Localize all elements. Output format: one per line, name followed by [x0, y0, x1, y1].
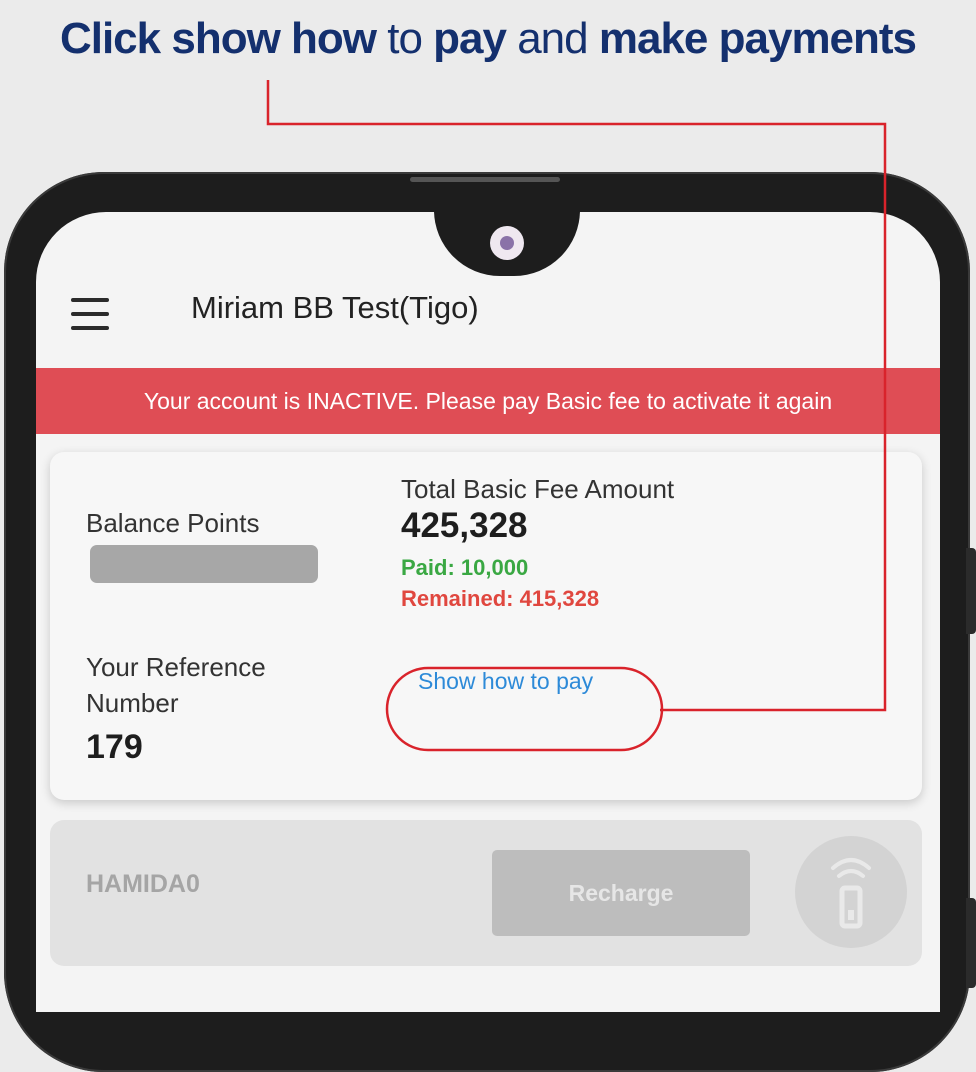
balance-points-label: Balance Points	[86, 508, 260, 538]
headline-part-5: make payments	[598, 14, 917, 63]
inactive-account-banner: Your account is INACTIVE. Please pay Bas…	[36, 368, 940, 434]
tutorial-headline: Click show how to pay and make payments	[0, 14, 976, 64]
total-basic-fee-value: 425,328	[401, 506, 528, 545]
phone-side-button	[966, 548, 976, 634]
reference-label-line1: Your Reference	[86, 652, 266, 682]
headline-part-1: Click show how	[59, 14, 377, 63]
headline-part-4: and	[505, 14, 599, 63]
total-basic-fee-label: Total Basic Fee Amount	[401, 474, 675, 504]
show-how-to-pay-link[interactable]: Show how to pay	[418, 668, 593, 695]
remained-amount: Remained: 415,328	[401, 586, 600, 611]
headline-part-2: to	[376, 14, 434, 63]
front-camera	[490, 226, 524, 260]
contactless-card-icon[interactable]	[795, 836, 907, 948]
app-title: Miriam BB Test(Tigo)	[191, 290, 479, 325]
phone-screen: Miriam BB Test(Tigo) Your account is INA…	[36, 212, 940, 1012]
phone-speaker-slot	[410, 177, 560, 182]
balance-points-value-masked	[90, 545, 318, 583]
reference-number-value: 179	[86, 728, 143, 766]
username-label: HAMIDA0	[86, 870, 200, 898]
phone-side-button-lower	[966, 898, 976, 988]
user-card: HAMIDA0 Recharge	[50, 820, 922, 966]
reference-label-line2: Number	[86, 688, 179, 718]
app-bar: Miriam BB Test(Tigo)	[36, 274, 940, 364]
hamburger-menu-icon[interactable]	[71, 294, 111, 338]
recharge-button[interactable]: Recharge	[492, 850, 750, 936]
headline-part-3: pay	[433, 14, 507, 63]
paid-amount: Paid: 10,000	[401, 555, 529, 580]
account-card: Balance Points Your Reference Number 179…	[50, 452, 922, 800]
